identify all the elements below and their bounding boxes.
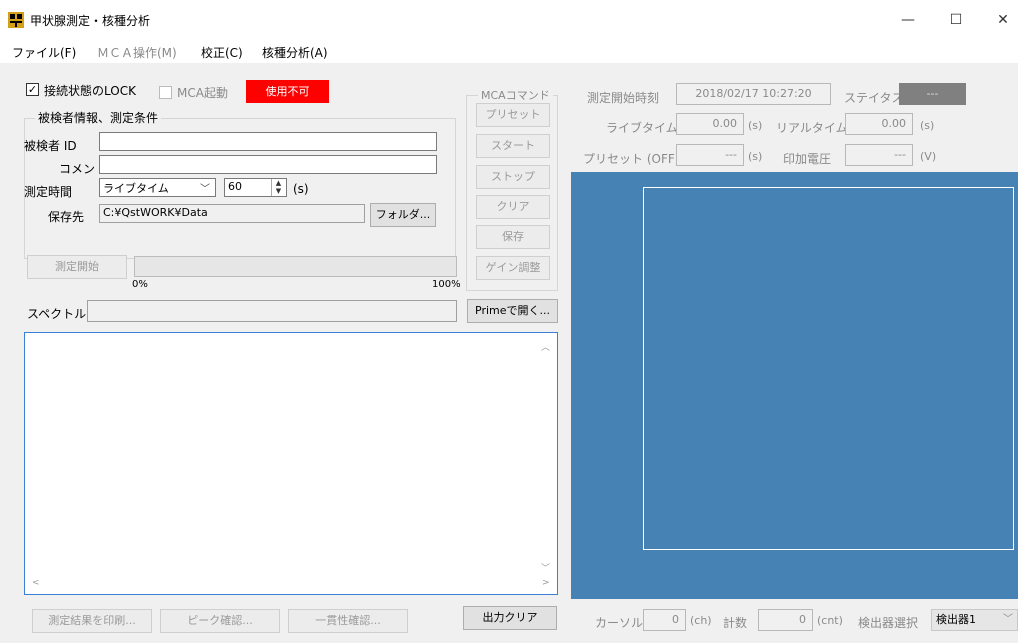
lock-label: 接続状態のLOCK bbox=[44, 84, 136, 98]
time-unit-label: (s) bbox=[293, 182, 309, 196]
status-value: --- bbox=[899, 83, 966, 105]
voltage-label: 印加電圧 bbox=[783, 152, 832, 166]
detector-select[interactable]: 検出器1 ﹀ bbox=[931, 609, 1018, 631]
menu-calibration[interactable]: 校正(C) bbox=[201, 44, 243, 61]
mca-clear-button[interactable]: クリア bbox=[476, 195, 550, 219]
cursor-label: カーソル bbox=[595, 616, 644, 630]
unavailable-status-button[interactable]: 使用不可 bbox=[246, 80, 329, 103]
mca-preset-button[interactable]: プリセット bbox=[476, 103, 550, 127]
save-dest-label: 保存先 bbox=[48, 210, 85, 224]
app-icon bbox=[8, 12, 24, 28]
measure-time-label: 測定時間 bbox=[24, 185, 73, 199]
mca-command-title: MCAコマンド bbox=[478, 87, 553, 103]
time-mode-value: ライブタイム bbox=[103, 182, 169, 195]
preset-unit: (s) bbox=[748, 150, 763, 163]
live-time-unit: (s) bbox=[748, 119, 763, 132]
patient-id-label: 被検者 ID bbox=[24, 139, 77, 153]
count-unit: (cnt) bbox=[817, 614, 843, 627]
chevron-down-icon[interactable]: ﹀ bbox=[200, 180, 210, 195]
chevron-down-icon: ﹀ bbox=[1003, 614, 1013, 625]
progress-bar bbox=[134, 256, 457, 277]
real-time-unit: (s) bbox=[920, 119, 935, 132]
print-results-button[interactable]: 測定結果を印刷... bbox=[32, 609, 152, 633]
menu-mca[interactable]: ＭＣＡ操作(M) bbox=[97, 44, 177, 61]
mca-stop-button[interactable]: ストップ bbox=[476, 165, 550, 189]
live-time-label: ライブタイム bbox=[606, 121, 678, 135]
voltage-value: --- bbox=[845, 144, 913, 166]
consistency-check-button[interactable]: 一貫性確認... bbox=[288, 609, 408, 633]
preset-value: --- bbox=[676, 144, 744, 166]
scroll-left-icon[interactable]: < bbox=[32, 578, 40, 588]
gain-adjust-button[interactable]: ゲイン調整 bbox=[476, 256, 550, 280]
voltage-unit: (V) bbox=[920, 150, 937, 163]
cursor-value: 0 bbox=[643, 609, 686, 631]
mca-save-button[interactable]: 保存 bbox=[476, 225, 550, 249]
window-title: 甲状腺測定・核種分析 bbox=[30, 14, 151, 28]
spinner-arrows-icon[interactable]: ▲ ▼ bbox=[271, 179, 285, 196]
status-label: ステイタス bbox=[844, 91, 904, 105]
save-path-field: C:¥QstWORK¥Data bbox=[99, 204, 365, 223]
maximize-button[interactable]: ☐ bbox=[941, 12, 971, 30]
folder-button[interactable]: フォルダ... bbox=[370, 203, 436, 227]
real-time-label: リアルタイム bbox=[776, 121, 848, 135]
scroll-down-icon[interactable]: ﹀ bbox=[541, 561, 550, 574]
detector-label: 検出器選択 bbox=[858, 616, 919, 630]
detector-select-value: 検出器1 bbox=[936, 613, 976, 626]
count-label: 計数 bbox=[723, 616, 748, 630]
cursor-unit: (ch) bbox=[690, 614, 712, 627]
menu-nuclide-analysis[interactable]: 核種分析(A) bbox=[262, 44, 328, 61]
open-in-prime-button[interactable]: Primeで開く... bbox=[467, 299, 558, 323]
time-mode-select[interactable]: ライブタイム bbox=[99, 178, 216, 197]
plot-frame bbox=[643, 187, 1014, 550]
output-textarea[interactable] bbox=[24, 332, 558, 595]
patient-group-title: 被検者情報、測定条件 bbox=[35, 109, 162, 126]
mca-start-button[interactable]: スタート bbox=[476, 134, 550, 158]
menu-file[interactable]: ファイル(F) bbox=[12, 44, 76, 61]
mca-start-checkbox[interactable] bbox=[159, 86, 172, 99]
spectrum-label: スペクトル bbox=[27, 307, 87, 321]
clear-output-button[interactable]: 出力クリア bbox=[463, 606, 557, 630]
scroll-up-icon[interactable]: ︿ bbox=[541, 340, 550, 353]
title-bar bbox=[0, 0, 1018, 38]
spectrum-field bbox=[87, 300, 457, 322]
progress-end-label: 100% bbox=[432, 279, 461, 290]
lock-checkbox[interactable]: ✓ bbox=[26, 83, 39, 96]
comment-input[interactable] bbox=[99, 155, 437, 174]
start-time-label: 測定開始時刻 bbox=[587, 91, 660, 105]
count-value: 0 bbox=[758, 609, 813, 631]
live-time-value: 0.00 bbox=[676, 113, 744, 135]
close-button[interactable]: ✕ bbox=[988, 12, 1018, 30]
peak-check-button[interactable]: ピーク確認... bbox=[160, 609, 280, 633]
scroll-right-icon[interactable]: > bbox=[542, 578, 550, 588]
mca-start-label: MCA起動 bbox=[177, 86, 228, 100]
real-time-value: 0.00 bbox=[845, 113, 913, 135]
preset-label: プリセット (OFF) bbox=[583, 152, 680, 166]
progress-start-label: 0% bbox=[132, 279, 148, 290]
start-time-value: 2018/02/17 10:27:20 bbox=[676, 83, 831, 105]
minimize-button[interactable]: — bbox=[893, 12, 923, 30]
patient-id-input[interactable] bbox=[99, 132, 437, 151]
measure-start-button[interactable]: 測定開始 bbox=[27, 255, 127, 279]
